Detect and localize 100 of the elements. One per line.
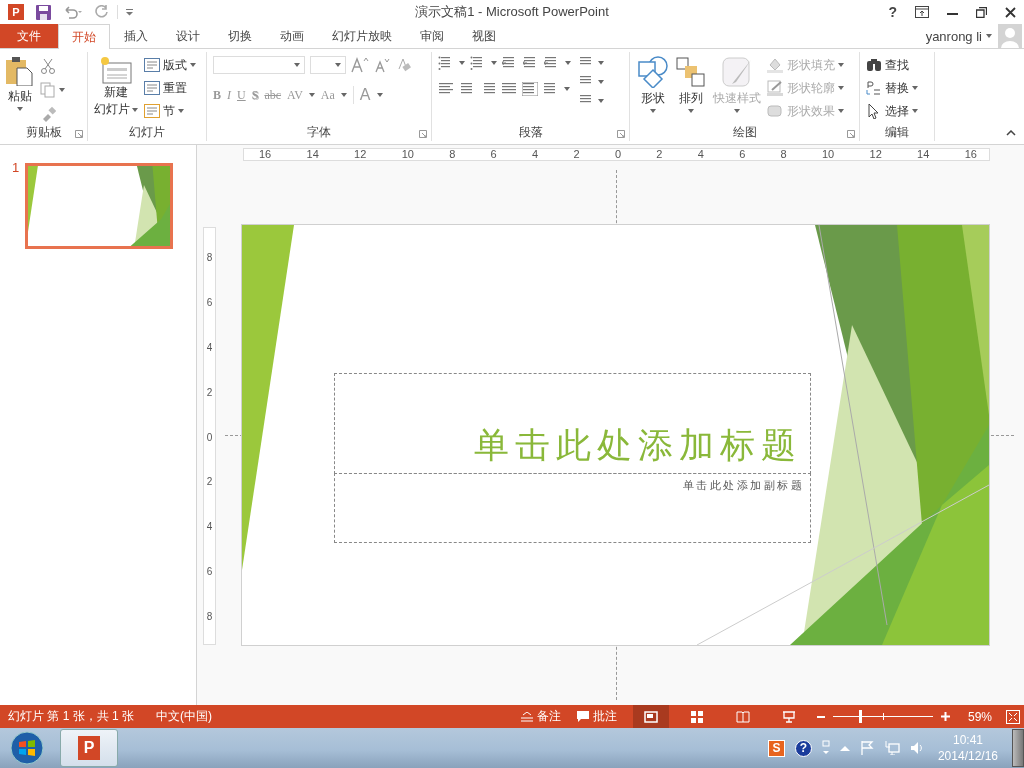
arrange-button[interactable]: 排列 — [674, 56, 708, 113]
brush-icon — [721, 56, 753, 88]
select-button[interactable]: 选择 — [866, 102, 918, 120]
section-icon — [144, 104, 160, 118]
ribbon-tab[interactable]: 开始 — [58, 24, 110, 49]
caret-icon — [335, 63, 341, 67]
window-title: 演示文稿1 - Microsoft PowerPoint — [415, 3, 609, 21]
replace-button[interactable]: 替换 — [866, 79, 918, 97]
group-label: 绘图 — [732, 123, 757, 141]
subtitle-placeholder[interactable]: 单击此处添加副标题 — [334, 473, 811, 543]
group-label: 段落 — [518, 123, 543, 141]
caret-icon — [838, 109, 844, 113]
new-slide-icon — [100, 56, 132, 84]
dialog-launcher-icon[interactable] — [847, 130, 855, 138]
font-size-field[interactable] — [310, 56, 346, 74]
format-button[interactable]: abc — [264, 87, 282, 103]
format-button[interactable]: B — [213, 87, 221, 103]
save-icon[interactable] — [36, 4, 51, 20]
format-button[interactable]: AV — [287, 87, 303, 103]
collapse-ribbon-icon[interactable] — [1006, 130, 1016, 136]
cut-icon[interactable] — [40, 58, 56, 74]
paste-button[interactable]: 粘贴 — [6, 56, 34, 111]
group-label: 编辑 — [885, 123, 909, 141]
caret-icon — [912, 109, 918, 113]
caret-icon — [17, 107, 23, 111]
zoom-in-icon[interactable] — [940, 712, 950, 721]
ribbon-tab[interactable]: 插入 — [110, 24, 162, 48]
ribbon-tab[interactable]: 切换 — [214, 24, 266, 48]
grow-font-icon[interactable] — [351, 57, 369, 73]
app-logo: P — [8, 4, 24, 20]
shapes-icon — [637, 56, 669, 88]
find-button[interactable]: 查找 — [866, 56, 918, 74]
dialog-launcher-icon[interactable] — [617, 130, 625, 138]
redo-icon[interactable] — [95, 5, 109, 19]
format-button[interactable]: I — [227, 87, 231, 103]
ribbon-tab[interactable]: 幻灯片放映 — [318, 24, 406, 48]
format-button[interactable]: U — [237, 87, 246, 103]
show-desktop-button[interactable] — [1012, 729, 1024, 767]
ribbon-tab[interactable]: 设计 — [162, 24, 214, 48]
taskbar-app-button[interactable]: P — [60, 729, 118, 767]
ribbon-tab[interactable]: 审阅 — [406, 24, 458, 48]
customize-caret-icon[interactable] — [126, 8, 133, 16]
dialog-launcher-icon[interactable] — [419, 130, 427, 138]
group-label: 字体 — [307, 123, 331, 141]
start-button[interactable] — [10, 731, 44, 765]
caret-icon — [491, 61, 497, 65]
caret-icon — [459, 61, 465, 65]
caret-icon — [178, 109, 184, 113]
undo-icon[interactable] — [63, 5, 83, 19]
layout-button[interactable]: 版式 — [144, 56, 196, 74]
section-button[interactable]: 节 — [144, 102, 196, 120]
zoom-slider[interactable] — [832, 710, 933, 723]
dialog-launcher-icon[interactable] — [75, 130, 83, 138]
caret-icon — [598, 99, 604, 103]
replace-icon — [866, 80, 882, 96]
close-icon[interactable] — [1005, 6, 1016, 18]
notes-button[interactable]: 备注 — [520, 708, 561, 725]
ribbon-tab[interactable]: 动画 — [266, 24, 318, 48]
reset-icon — [144, 81, 160, 95]
help-tray-icon[interactable]: ? — [794, 739, 812, 757]
restore-icon[interactable] — [976, 6, 987, 18]
comments-button[interactable]: 批注 — [576, 708, 617, 725]
justify-icon[interactable] — [501, 82, 517, 96]
reading-view-icon — [735, 710, 750, 723]
vertical-ruler: 8 6 4 2 0 2 4 6 8 — [203, 227, 216, 645]
slide-info: 幻灯片 第 1 张，共 1 张 — [8, 708, 135, 725]
format-button[interactable]: S — [251, 87, 259, 103]
slide-thumbnail[interactable] — [25, 163, 174, 249]
input-method-icon[interactable]: S — [767, 739, 785, 757]
distribute-icon[interactable] — [522, 82, 538, 96]
format-button[interactable]: A — [359, 86, 371, 104]
caret-icon — [565, 61, 571, 65]
align-left-icon[interactable] — [438, 82, 454, 96]
slide-number: 1 — [12, 161, 20, 175]
align-center-icon[interactable] — [459, 82, 475, 96]
shrink-font-icon[interactable] — [374, 57, 390, 73]
group-label: 幻灯片 — [129, 123, 165, 141]
account-button[interactable]: yanrong li — [925, 24, 982, 48]
ribbon-tab[interactable]: 视图 — [458, 24, 510, 48]
slide-subtitle: 单击此处添加副标题 — [682, 478, 804, 493]
caret-icon — [132, 107, 138, 112]
font-name-field[interactable] — [213, 56, 305, 74]
ribbon-display-icon[interactable] — [915, 6, 929, 18]
caret-icon — [190, 63, 196, 67]
format-button[interactable]: Aa — [320, 87, 335, 103]
caret-icon — [650, 109, 656, 113]
clipboard-icon — [6, 56, 34, 86]
help-button[interactable]: ? — [888, 4, 897, 20]
slideshow-view-icon — [781, 710, 796, 723]
notes-icon — [520, 711, 533, 722]
file-tab[interactable]: 文件 — [0, 24, 58, 48]
shapes-button[interactable]: 形状 — [636, 56, 670, 113]
zoom-percent[interactable]: 59% — [967, 709, 992, 724]
caret-icon — [598, 80, 604, 84]
fit-to-window-icon[interactable] — [1006, 709, 1020, 724]
language-indicator[interactable]: 中文(中国) — [156, 708, 213, 725]
new-slide-button[interactable]: 新建 幻灯片 — [94, 56, 138, 118]
reset-button[interactable]: 重置 — [144, 79, 196, 97]
horizontal-ruler: 16 14 12 10 8 6 4 2 0 2 4 6 8 10 12 14 16 — [243, 148, 990, 161]
normal-view-button[interactable] — [632, 705, 669, 728]
